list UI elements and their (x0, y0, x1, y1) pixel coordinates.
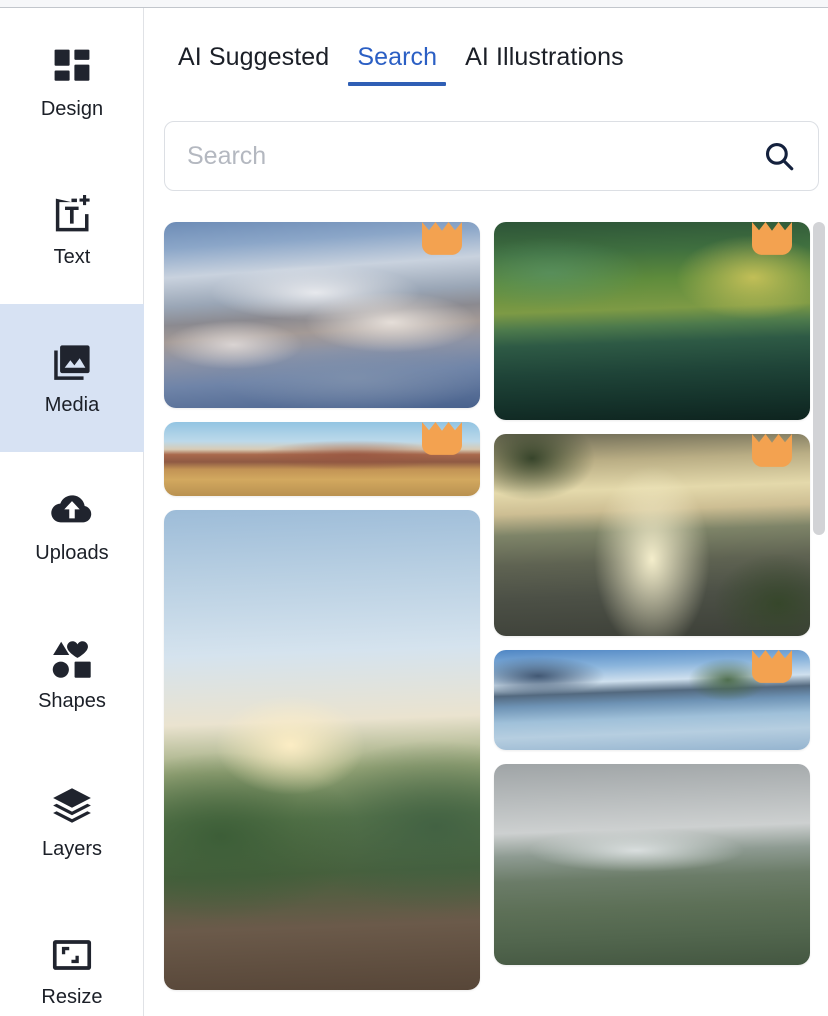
sidebar-item-label: Shapes (38, 690, 106, 712)
search-input[interactable] (187, 141, 762, 171)
grid-icon (50, 45, 94, 89)
sidebar-item-label: Media (44, 394, 100, 416)
crown-icon (752, 434, 792, 467)
sidebar-item-label: Layers (41, 838, 103, 860)
crown-icon (752, 222, 792, 255)
crown-icon (422, 222, 462, 255)
card-hiker-sunrise[interactable] (164, 510, 480, 990)
sidebar-item-label: Text (53, 246, 91, 268)
card-mountain-clouds[interactable] (164, 222, 480, 408)
media-thumbnail (494, 764, 810, 965)
media-tabs: AI Suggested Search AI Illustrations (145, 44, 828, 108)
sidebar-item-label: Uploads (35, 542, 109, 564)
sidebar-item-media[interactable]: Media (0, 304, 144, 452)
tab-search[interactable]: Search (343, 44, 451, 87)
search-icon[interactable] (762, 139, 796, 173)
sidebar-item-resize[interactable]: Resize (0, 896, 144, 1016)
sidebar-item-design[interactable]: Design (0, 8, 144, 156)
card-lake-mountain[interactable] (494, 650, 810, 750)
crown-icon (422, 422, 462, 455)
resize-icon (50, 933, 94, 977)
add-text-icon (50, 193, 94, 237)
sidebar-item-text[interactable]: Text (0, 156, 144, 304)
right-column (494, 222, 810, 1016)
results-scrollbar-track[interactable] (810, 8, 828, 1016)
window-top-chrome (0, 0, 828, 8)
tab-ai-suggested[interactable]: AI Suggested (164, 44, 343, 86)
layers-icon (50, 785, 94, 829)
sidebar-item-label: Resize (41, 986, 103, 1008)
results-scrollbar-thumb[interactable] (813, 222, 825, 535)
card-forest-lake[interactable] (494, 222, 810, 420)
image-icon (50, 341, 94, 385)
left-sidebar: Design Text Media Uploads Shapes Layers Resize (0, 8, 144, 1016)
left-column (164, 222, 480, 1016)
sidebar-item-label: Design (40, 98, 104, 120)
upload-cloud-icon (50, 489, 94, 533)
shapes-icon (50, 637, 94, 681)
sidebar-item-shapes[interactable]: Shapes (0, 600, 144, 748)
media-thumbnail (164, 510, 480, 990)
card-canyon-bridge[interactable] (494, 434, 810, 636)
media-results-grid (164, 222, 828, 1016)
media-main-panel: AI Suggested Search AI Illustrations (145, 8, 828, 1016)
card-desert-windmill[interactable] (164, 422, 480, 496)
media-panel-screen: Design Text Media Uploads Shapes Layers Resize… (0, 0, 828, 1016)
sidebar-item-uploads[interactable]: Uploads (0, 452, 144, 600)
sidebar-item-layers[interactable]: Layers (0, 748, 144, 896)
search-box[interactable] (164, 121, 819, 191)
card-iceland-valley[interactable] (494, 764, 810, 965)
crown-icon (752, 650, 792, 683)
tab-ai-illustrations[interactable]: AI Illustrations (451, 44, 638, 86)
